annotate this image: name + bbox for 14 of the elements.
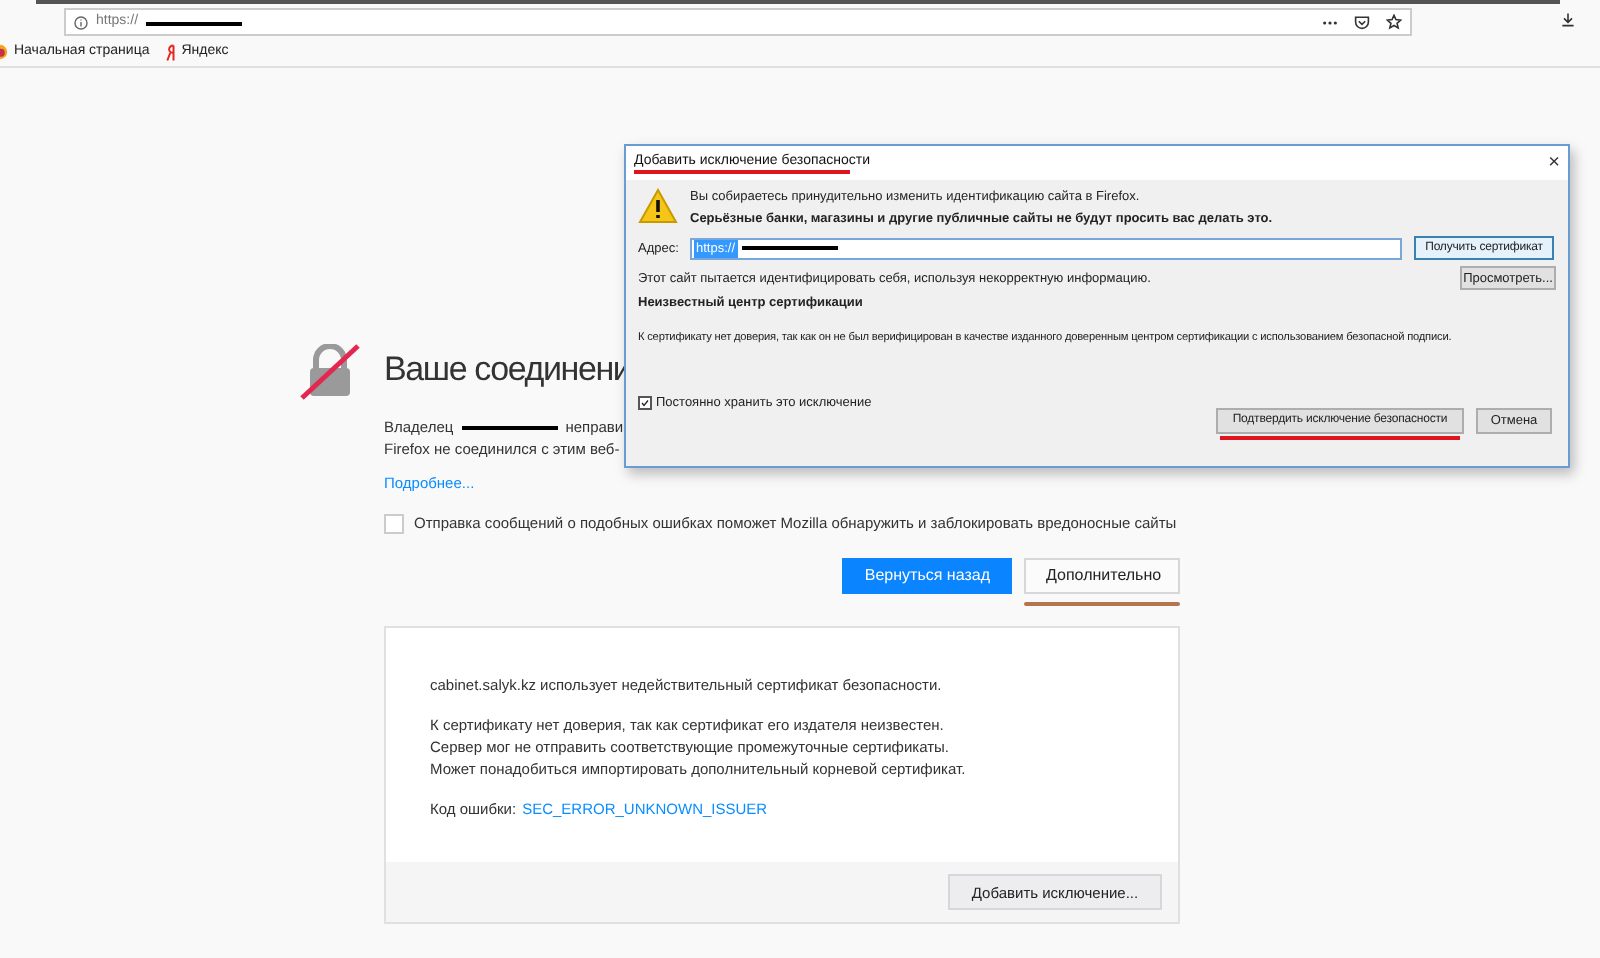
page-heading: Ваше соединени — [384, 348, 633, 392]
warning-icon — [638, 188, 678, 224]
go-back-button[interactable]: Вернуться назад — [842, 558, 1012, 595]
close-button[interactable]: × — [1548, 153, 1560, 173]
broken-lock-icon — [300, 344, 360, 400]
report-checkbox[interactable] — [384, 514, 404, 535]
y-logo-icon — [165, 43, 176, 61]
pocket-icon[interactable] — [1354, 14, 1370, 30]
info-icon — [74, 15, 88, 29]
advanced-button[interactable]: Дополнительно — [1024, 558, 1180, 595]
more-icon[interactable] — [1322, 19, 1338, 25]
permanent-checkbox[interactable] — [638, 396, 652, 410]
star-icon[interactable] — [1386, 14, 1402, 30]
download-icon[interactable] — [1560, 12, 1576, 28]
